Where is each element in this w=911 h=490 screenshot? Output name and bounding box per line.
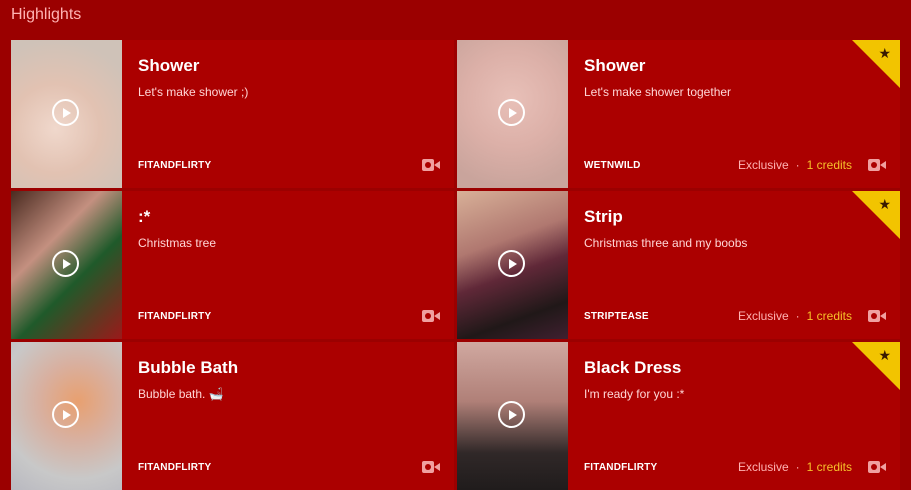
video-title[interactable]: Bubble Bath xyxy=(138,358,238,378)
credits-label: 1 credits xyxy=(806,309,852,323)
video-thumbnail[interactable] xyxy=(11,342,122,490)
play-icon[interactable] xyxy=(52,99,79,126)
play-icon[interactable] xyxy=(52,401,79,428)
video-thumbnail[interactable] xyxy=(457,40,568,188)
play-icon[interactable] xyxy=(498,401,525,428)
video-title[interactable]: Shower xyxy=(584,56,645,76)
video-description: Let's make shower together xyxy=(584,85,732,99)
video-meta: Exclusive · 1 credits xyxy=(738,460,852,474)
play-icon[interactable] xyxy=(52,250,79,277)
video-thumbnail[interactable] xyxy=(11,40,122,188)
exclusive-ribbon: ★ xyxy=(852,40,900,88)
video-author[interactable]: FITANDFLIRTY xyxy=(138,462,211,473)
video-card[interactable]: Black Dress I'm ready for you :* FITANDF… xyxy=(457,342,900,490)
highlights-header: Highlights xyxy=(0,0,911,34)
exclusive-label: Exclusive xyxy=(737,309,789,323)
play-icon[interactable] xyxy=(498,250,525,277)
star-icon: ★ xyxy=(878,45,891,61)
video-meta: Exclusive · 1 credits xyxy=(738,158,852,172)
video-camera-icon xyxy=(868,310,886,322)
credits-label: 1 credits xyxy=(806,158,852,172)
video-camera-icon xyxy=(868,159,886,171)
video-card[interactable]: Strip Christmas three and my boobs STRIP… xyxy=(457,191,900,339)
video-description: Christmas tree xyxy=(138,236,217,250)
video-camera-icon xyxy=(868,461,886,473)
play-icon[interactable] xyxy=(498,99,525,126)
video-description: Bubble bath. 🛁 xyxy=(138,387,224,401)
video-description: I'm ready for you :* xyxy=(584,387,685,401)
video-author[interactable]: FITANDFLIRTY xyxy=(138,311,211,322)
video-card[interactable]: :* Christmas tree FITANDFLIRTY xyxy=(11,191,454,339)
video-card[interactable]: Shower Let's make shower ;) FITANDFLIRTY xyxy=(11,40,454,188)
video-thumbnail[interactable] xyxy=(457,191,568,339)
video-camera-icon xyxy=(422,310,440,322)
credits-label: 1 credits xyxy=(806,460,852,474)
video-title[interactable]: Strip xyxy=(584,207,623,227)
video-author[interactable]: FITANDFLIRTY xyxy=(138,160,211,171)
exclusive-ribbon: ★ xyxy=(852,191,900,239)
video-description: Let's make shower ;) xyxy=(138,85,249,99)
video-thumbnail[interactable] xyxy=(457,342,568,490)
meta-separator: · xyxy=(795,309,800,323)
video-meta: Exclusive · 1 credits xyxy=(738,309,852,323)
video-author[interactable]: WETNWILD xyxy=(584,160,641,171)
video-author[interactable]: FITANDFLIRTY xyxy=(584,462,657,473)
video-title[interactable]: :* xyxy=(138,207,150,227)
meta-separator: · xyxy=(795,460,800,474)
video-card[interactable]: Bubble Bath Bubble bath. 🛁 FITANDFLIRTY xyxy=(11,342,454,490)
video-card[interactable]: Shower Let's make shower together WETNWI… xyxy=(457,40,900,188)
video-camera-icon xyxy=(422,159,440,171)
page-title: Highlights xyxy=(11,6,82,23)
video-title[interactable]: Shower xyxy=(138,56,199,76)
meta-separator: · xyxy=(795,158,800,172)
video-thumbnail[interactable] xyxy=(11,191,122,339)
star-icon: ★ xyxy=(878,347,891,363)
video-camera-icon xyxy=(422,461,440,473)
video-description: Christmas three and my boobs xyxy=(584,236,748,250)
exclusive-label: Exclusive xyxy=(737,158,789,172)
exclusive-ribbon: ★ xyxy=(852,342,900,390)
video-title[interactable]: Black Dress xyxy=(584,358,681,378)
exclusive-label: Exclusive xyxy=(737,460,789,474)
video-author[interactable]: STRIPTEASE xyxy=(584,311,649,322)
star-icon: ★ xyxy=(878,196,891,212)
